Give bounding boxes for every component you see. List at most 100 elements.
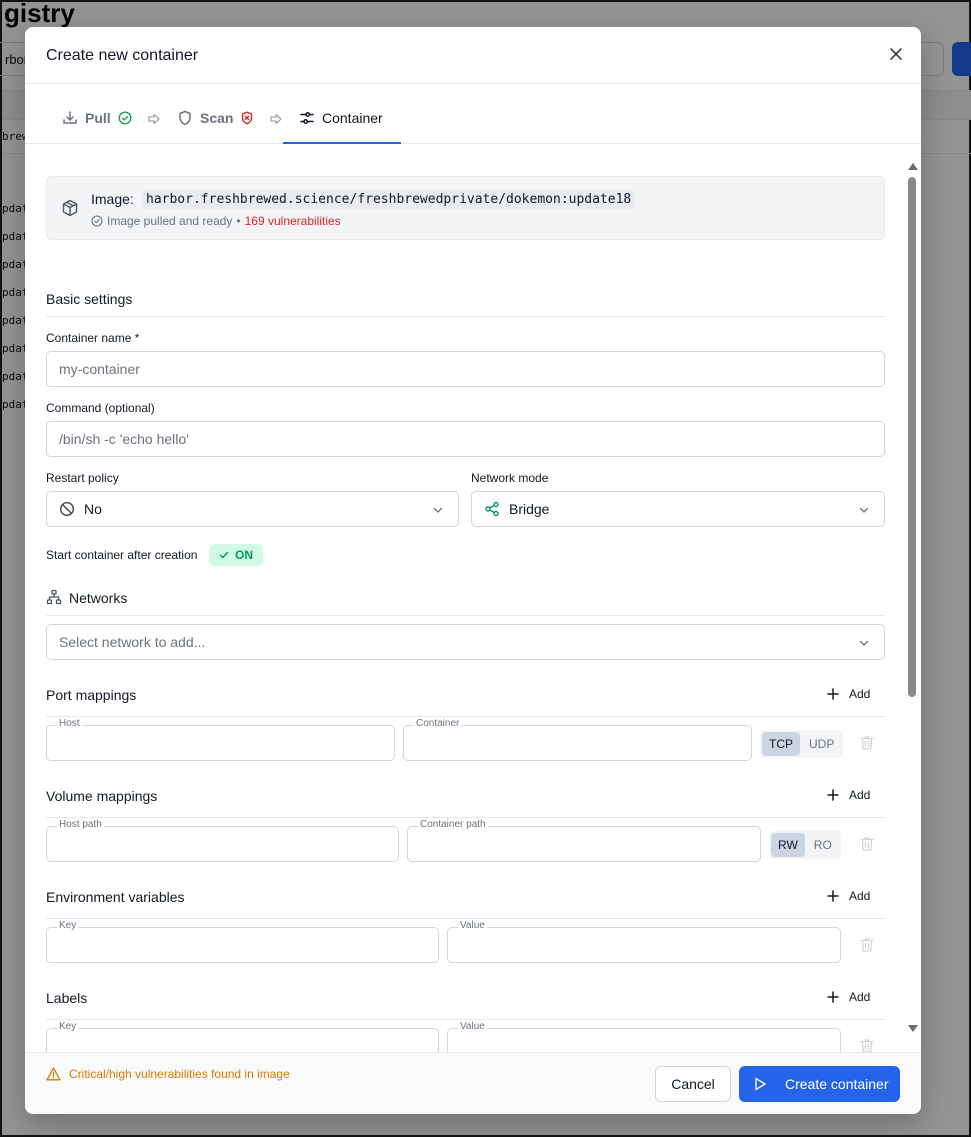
- volume-host-path-input[interactable]: Host path: [46, 819, 399, 862]
- start-after-creation-label: Start container after creation: [46, 548, 198, 562]
- image-label: Image:: [91, 191, 134, 207]
- create-container-button[interactable]: Create container: [739, 1066, 900, 1102]
- dialog-body[interactable]: Image: harbor.freshbrewed.science/freshb…: [25, 144, 921, 1052]
- volume-mappings-title: Volume mappings: [46, 788, 158, 804]
- divider: [46, 716, 885, 717]
- chevron-down-icon: [859, 507, 869, 513]
- restart-policy-value: No: [84, 501, 102, 517]
- trash-icon[interactable]: [860, 937, 874, 953]
- image-status-text: Image pulled and ready: [107, 214, 233, 228]
- volume-container-path-label: Container path: [418, 819, 488, 830]
- image-status: Image pulled and ready • 169 vulnerabili…: [91, 214, 341, 228]
- tab-scan-label: Scan: [200, 110, 234, 126]
- env-key-input[interactable]: Key: [46, 920, 439, 963]
- dialog-header: Create new container: [25, 27, 921, 84]
- environment-variables-title: Environment variables: [46, 889, 185, 905]
- protocol-udp-option[interactable]: UDP: [802, 732, 841, 756]
- restart-policy-label: Restart policy: [46, 471, 119, 485]
- image-info-card: Image: harbor.freshbrewed.science/freshb…: [46, 176, 885, 240]
- scroll-up-arrow[interactable]: [908, 163, 918, 170]
- scroll-thumb[interactable]: [908, 177, 916, 697]
- status-separator: •: [236, 214, 241, 228]
- check-icon: [219, 551, 229, 559]
- shield-icon: [179, 110, 191, 126]
- port-host-input[interactable]: Host: [46, 718, 395, 761]
- protocol-tcp-option[interactable]: TCP: [762, 732, 800, 756]
- protocol-toggle: TCP UDP: [760, 730, 844, 758]
- plus-icon: [827, 991, 839, 1003]
- divider: [46, 615, 885, 616]
- container-name-input[interactable]: my-container: [46, 351, 885, 387]
- vulnerability-count: 169 vulnerabilities: [244, 214, 341, 228]
- network-mode-label: Network mode: [471, 471, 549, 485]
- trash-icon[interactable]: [860, 1038, 874, 1052]
- divider: [46, 1019, 885, 1020]
- env-value-input[interactable]: Value: [447, 920, 841, 963]
- close-button[interactable]: [885, 43, 907, 65]
- trash-icon[interactable]: [860, 735, 874, 751]
- plus-icon: [827, 688, 839, 700]
- volume-mode-rw-option[interactable]: RW: [771, 833, 805, 857]
- tab-pull[interactable]: Pull: [62, 110, 132, 144]
- scrollbar[interactable]: [906, 163, 918, 1033]
- networks-title: Networks: [69, 590, 128, 606]
- plus-icon: [827, 890, 839, 902]
- network-mode-value: Bridge: [509, 501, 550, 517]
- cancel-button[interactable]: Cancel: [655, 1066, 731, 1102]
- check-circle-icon: [91, 215, 103, 227]
- start-after-creation-toggle[interactable]: ON: [209, 544, 263, 566]
- add-volume-button[interactable]: Add: [827, 788, 870, 802]
- dialog-title: Create new container: [46, 47, 199, 64]
- arrow-right-icon: [148, 113, 160, 125]
- warning-icon: [46, 1067, 61, 1081]
- port-container-input[interactable]: Container: [403, 718, 752, 761]
- network-select-placeholder: Select network to add...: [59, 634, 206, 650]
- check-circle-icon: [118, 111, 132, 125]
- label-key-label: Key: [57, 1021, 79, 1032]
- trash-icon[interactable]: [860, 836, 874, 852]
- volume-mode-toggle: RW RO: [769, 831, 841, 859]
- create-container-dialog: Create new container Pull Scan Container…: [25, 27, 921, 1114]
- volume-mode-ro-option[interactable]: RO: [807, 833, 839, 857]
- package-icon: [62, 199, 78, 217]
- label-value-input[interactable]: Value: [447, 1021, 841, 1052]
- plus-icon: [827, 789, 839, 801]
- network-icon: [46, 589, 62, 605]
- port-container-label: Container: [414, 718, 462, 729]
- volume-container-path-input[interactable]: Container path: [407, 819, 761, 862]
- scroll-down-arrow[interactable]: [908, 1025, 918, 1032]
- env-key-label: Key: [57, 920, 79, 931]
- volume-host-path-label: Host path: [57, 819, 104, 830]
- tab-pull-label: Pull: [85, 110, 111, 126]
- toggle-state: ON: [235, 548, 253, 562]
- create-container-label: Create container: [785, 1076, 889, 1092]
- tab-container[interactable]: Container: [283, 110, 401, 144]
- wizard-steps: Pull Scan Container: [25, 84, 921, 144]
- add-volume-label: Add: [849, 788, 871, 802]
- add-env-button[interactable]: Add: [827, 889, 870, 903]
- command-input[interactable]: /bin/sh -c 'echo hello': [46, 421, 885, 457]
- add-port-button[interactable]: Add: [827, 687, 870, 701]
- restart-policy-select[interactable]: No: [46, 491, 459, 527]
- divider: [46, 918, 885, 919]
- vulnerability-warning-text: Critical/high vulnerabilities found in i…: [69, 1067, 290, 1081]
- download-icon: [63, 111, 77, 124]
- divider: [46, 316, 885, 317]
- network-mode-select[interactable]: Bridge: [471, 491, 885, 527]
- command-label: Command (optional): [46, 401, 155, 415]
- sliders-icon: [300, 112, 314, 124]
- labels-title: Labels: [46, 990, 88, 1006]
- add-label-label: Add: [849, 990, 871, 1004]
- add-label-button[interactable]: Add: [827, 990, 870, 1004]
- tab-scan[interactable]: Scan: [177, 110, 254, 144]
- close-icon: [890, 48, 902, 60]
- label-value-label: Value: [458, 1021, 487, 1032]
- ban-icon: [59, 501, 75, 517]
- network-select[interactable]: Select network to add...: [46, 624, 885, 660]
- label-key-input[interactable]: Key: [46, 1021, 439, 1052]
- image-reference: harbor.freshbrewed.science/freshbrewedpr…: [142, 190, 636, 209]
- dialog-footer: Critical/high vulnerabilities found in i…: [25, 1052, 921, 1114]
- container-name-label: Container name *: [46, 331, 140, 345]
- chevron-down-icon: [433, 507, 443, 513]
- add-env-label: Add: [849, 889, 871, 903]
